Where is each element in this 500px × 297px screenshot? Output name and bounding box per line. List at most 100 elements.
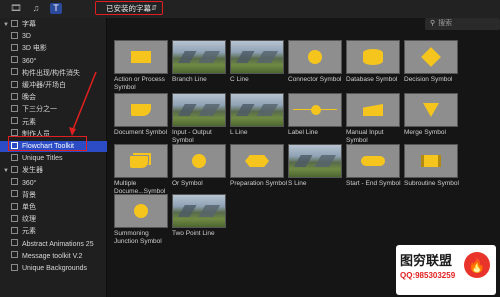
tile-thumbnail[interactable]	[114, 144, 168, 178]
flowchart-shape	[293, 109, 337, 110]
title-tile[interactable]: Two Point Line	[172, 194, 226, 238]
sidebar-group[interactable]: ▼ 字幕	[0, 19, 109, 30]
tile-label: Document Symbol	[114, 129, 168, 136]
flowchart-shape	[245, 155, 269, 167]
tile-thumbnail[interactable]	[172, 40, 226, 74]
title-category-icon	[11, 56, 18, 64]
film-icon[interactable]: 🎞	[10, 3, 22, 14]
tile-thumbnail[interactable]	[172, 194, 226, 228]
title-category-icon	[11, 227, 18, 235]
sidebar-item[interactable]: 晚会	[0, 92, 117, 103]
disclosure-triangle-icon[interactable]: ▼	[3, 20, 11, 31]
title-tile[interactable]: L Line	[230, 93, 284, 137]
title-tile[interactable]: Branch Line	[172, 40, 226, 84]
title-category-icon	[11, 92, 18, 100]
titles-icon[interactable]: T	[50, 3, 62, 14]
title-tile[interactable]: Input - Output Symbol	[172, 93, 226, 145]
disclosure-triangle-icon[interactable]: ▼	[3, 166, 11, 177]
music-icon[interactable]: ♫	[30, 3, 42, 14]
chevron-updown-icon: ⇵	[151, 5, 157, 12]
search-field[interactable]: ⚲ 搜索	[425, 18, 500, 30]
sidebar-item[interactable]: Unique Titles	[0, 153, 117, 164]
tile-thumbnail[interactable]	[114, 194, 168, 228]
sidebar-item[interactable]: 下三分之一	[0, 104, 117, 115]
title-tile[interactable]: Summoning Junction Symbol	[114, 194, 168, 246]
flowchart-shape	[129, 155, 149, 169]
title-tile[interactable]: Label Line	[288, 93, 342, 137]
sidebar-item[interactable]: 元素	[0, 226, 117, 237]
title-tile[interactable]: Database Symbol	[346, 40, 400, 84]
title-category-icon	[11, 239, 18, 247]
title-tile[interactable]: Multiple Docume...Symbol	[114, 144, 168, 196]
tile-thumbnail[interactable]	[172, 144, 226, 178]
title-category-icon	[11, 117, 18, 125]
tile-thumbnail[interactable]	[230, 144, 284, 178]
sidebar-item[interactable]: Message toolkit V.2	[0, 251, 117, 262]
sidebar-item[interactable]: 3D	[0, 31, 117, 42]
tile-label: Branch Line	[172, 76, 207, 83]
title-tile[interactable]: Merge Symbol	[404, 93, 458, 137]
tile-label: Manual Input Symbol	[346, 129, 384, 144]
library-dropdown[interactable]: 已安装的字幕 ⇵	[95, 1, 163, 15]
title-tile[interactable]: Subroutine Symbol	[404, 144, 459, 188]
title-tile[interactable]: Action or Process Symbol	[114, 40, 168, 92]
sidebar-item-label: 360°	[22, 57, 37, 65]
flowchart-shape	[423, 103, 439, 117]
sidebar-item[interactable]: 3D 电影	[0, 43, 117, 54]
tile-thumbnail[interactable]	[346, 93, 400, 127]
title-tile[interactable]: Document Symbol	[114, 93, 168, 137]
sidebar-item[interactable]: 元素	[0, 117, 117, 128]
title-tile[interactable]: Or Symbol	[172, 144, 226, 188]
tile-thumbnail[interactable]	[114, 40, 168, 74]
tile-label: Preparation Symbol	[230, 180, 288, 187]
tile-thumbnail[interactable]	[404, 144, 458, 178]
sidebar-item[interactable]: 单色	[0, 202, 117, 213]
tile-thumbnail[interactable]	[114, 93, 168, 127]
tile-thumbnail[interactable]	[346, 40, 400, 74]
tile-thumbnail[interactable]	[288, 93, 342, 127]
tile-thumbnail[interactable]	[288, 40, 342, 74]
sidebar-item[interactable]: 背景	[0, 190, 117, 201]
title-tile[interactable]: S Line	[288, 144, 342, 188]
flame-logo-icon: 🔥	[464, 252, 490, 278]
sidebar-item[interactable]: 360°	[0, 178, 117, 189]
flowchart-shape	[308, 50, 322, 64]
title-category-icon	[11, 166, 18, 174]
sidebar-item-label: 字幕	[22, 21, 36, 28]
tile-thumbnail[interactable]	[404, 40, 458, 74]
sidebar-item-label: Message toolkit V.2	[22, 252, 83, 260]
flowchart-shape	[134, 204, 148, 218]
sidebar-group[interactable]: ▼ 发生器	[0, 165, 109, 176]
tile-thumbnail[interactable]	[230, 40, 284, 74]
title-tile[interactable]: Manual Input Symbol	[346, 93, 400, 145]
sidebar-item[interactable]: Abstract Animations 25	[0, 239, 117, 250]
title-tile[interactable]: C Line	[230, 40, 284, 84]
tile-label: Label Line	[288, 129, 318, 136]
tile-thumbnail[interactable]	[346, 144, 400, 178]
tile-thumbnail[interactable]	[172, 93, 226, 127]
tile-thumbnail[interactable]	[288, 144, 342, 178]
sidebar-item-label: 3D	[22, 33, 31, 41]
sidebar-item[interactable]: 缓冲器/开场白	[0, 80, 117, 91]
title-tile[interactable]: Connector Symbol	[288, 40, 342, 84]
title-tile[interactable]: Decision Symbol	[404, 40, 458, 84]
tile-label: S Line	[288, 180, 307, 187]
sidebar-item-label: 360°	[22, 179, 37, 187]
sidebar-item[interactable]: Unique Backgrounds	[0, 263, 117, 274]
tile-thumbnail[interactable]	[230, 93, 284, 127]
sidebar-item[interactable]: 纹理	[0, 214, 117, 225]
sidebar-item-label: Unique Titles	[22, 155, 63, 163]
tile-thumbnail[interactable]	[404, 93, 458, 127]
title-category-icon	[11, 153, 18, 161]
sidebar-item[interactable]: 360°	[0, 56, 117, 67]
watermark-title: 图穷联盟	[400, 253, 453, 268]
flowchart-shape	[192, 154, 206, 168]
search-placeholder: 搜索	[438, 20, 453, 27]
title-tile[interactable]: Preparation Symbol	[230, 144, 287, 188]
flowchart-shape	[363, 49, 383, 65]
title-category-icon	[11, 44, 18, 52]
sidebar-item[interactable]: 构件出现/构件消失	[0, 68, 117, 79]
title-tile[interactable]: Start - End Symbol	[346, 144, 401, 188]
sidebar-item-label: 背景	[22, 191, 36, 199]
tile-label: Connector Symbol	[288, 76, 342, 83]
